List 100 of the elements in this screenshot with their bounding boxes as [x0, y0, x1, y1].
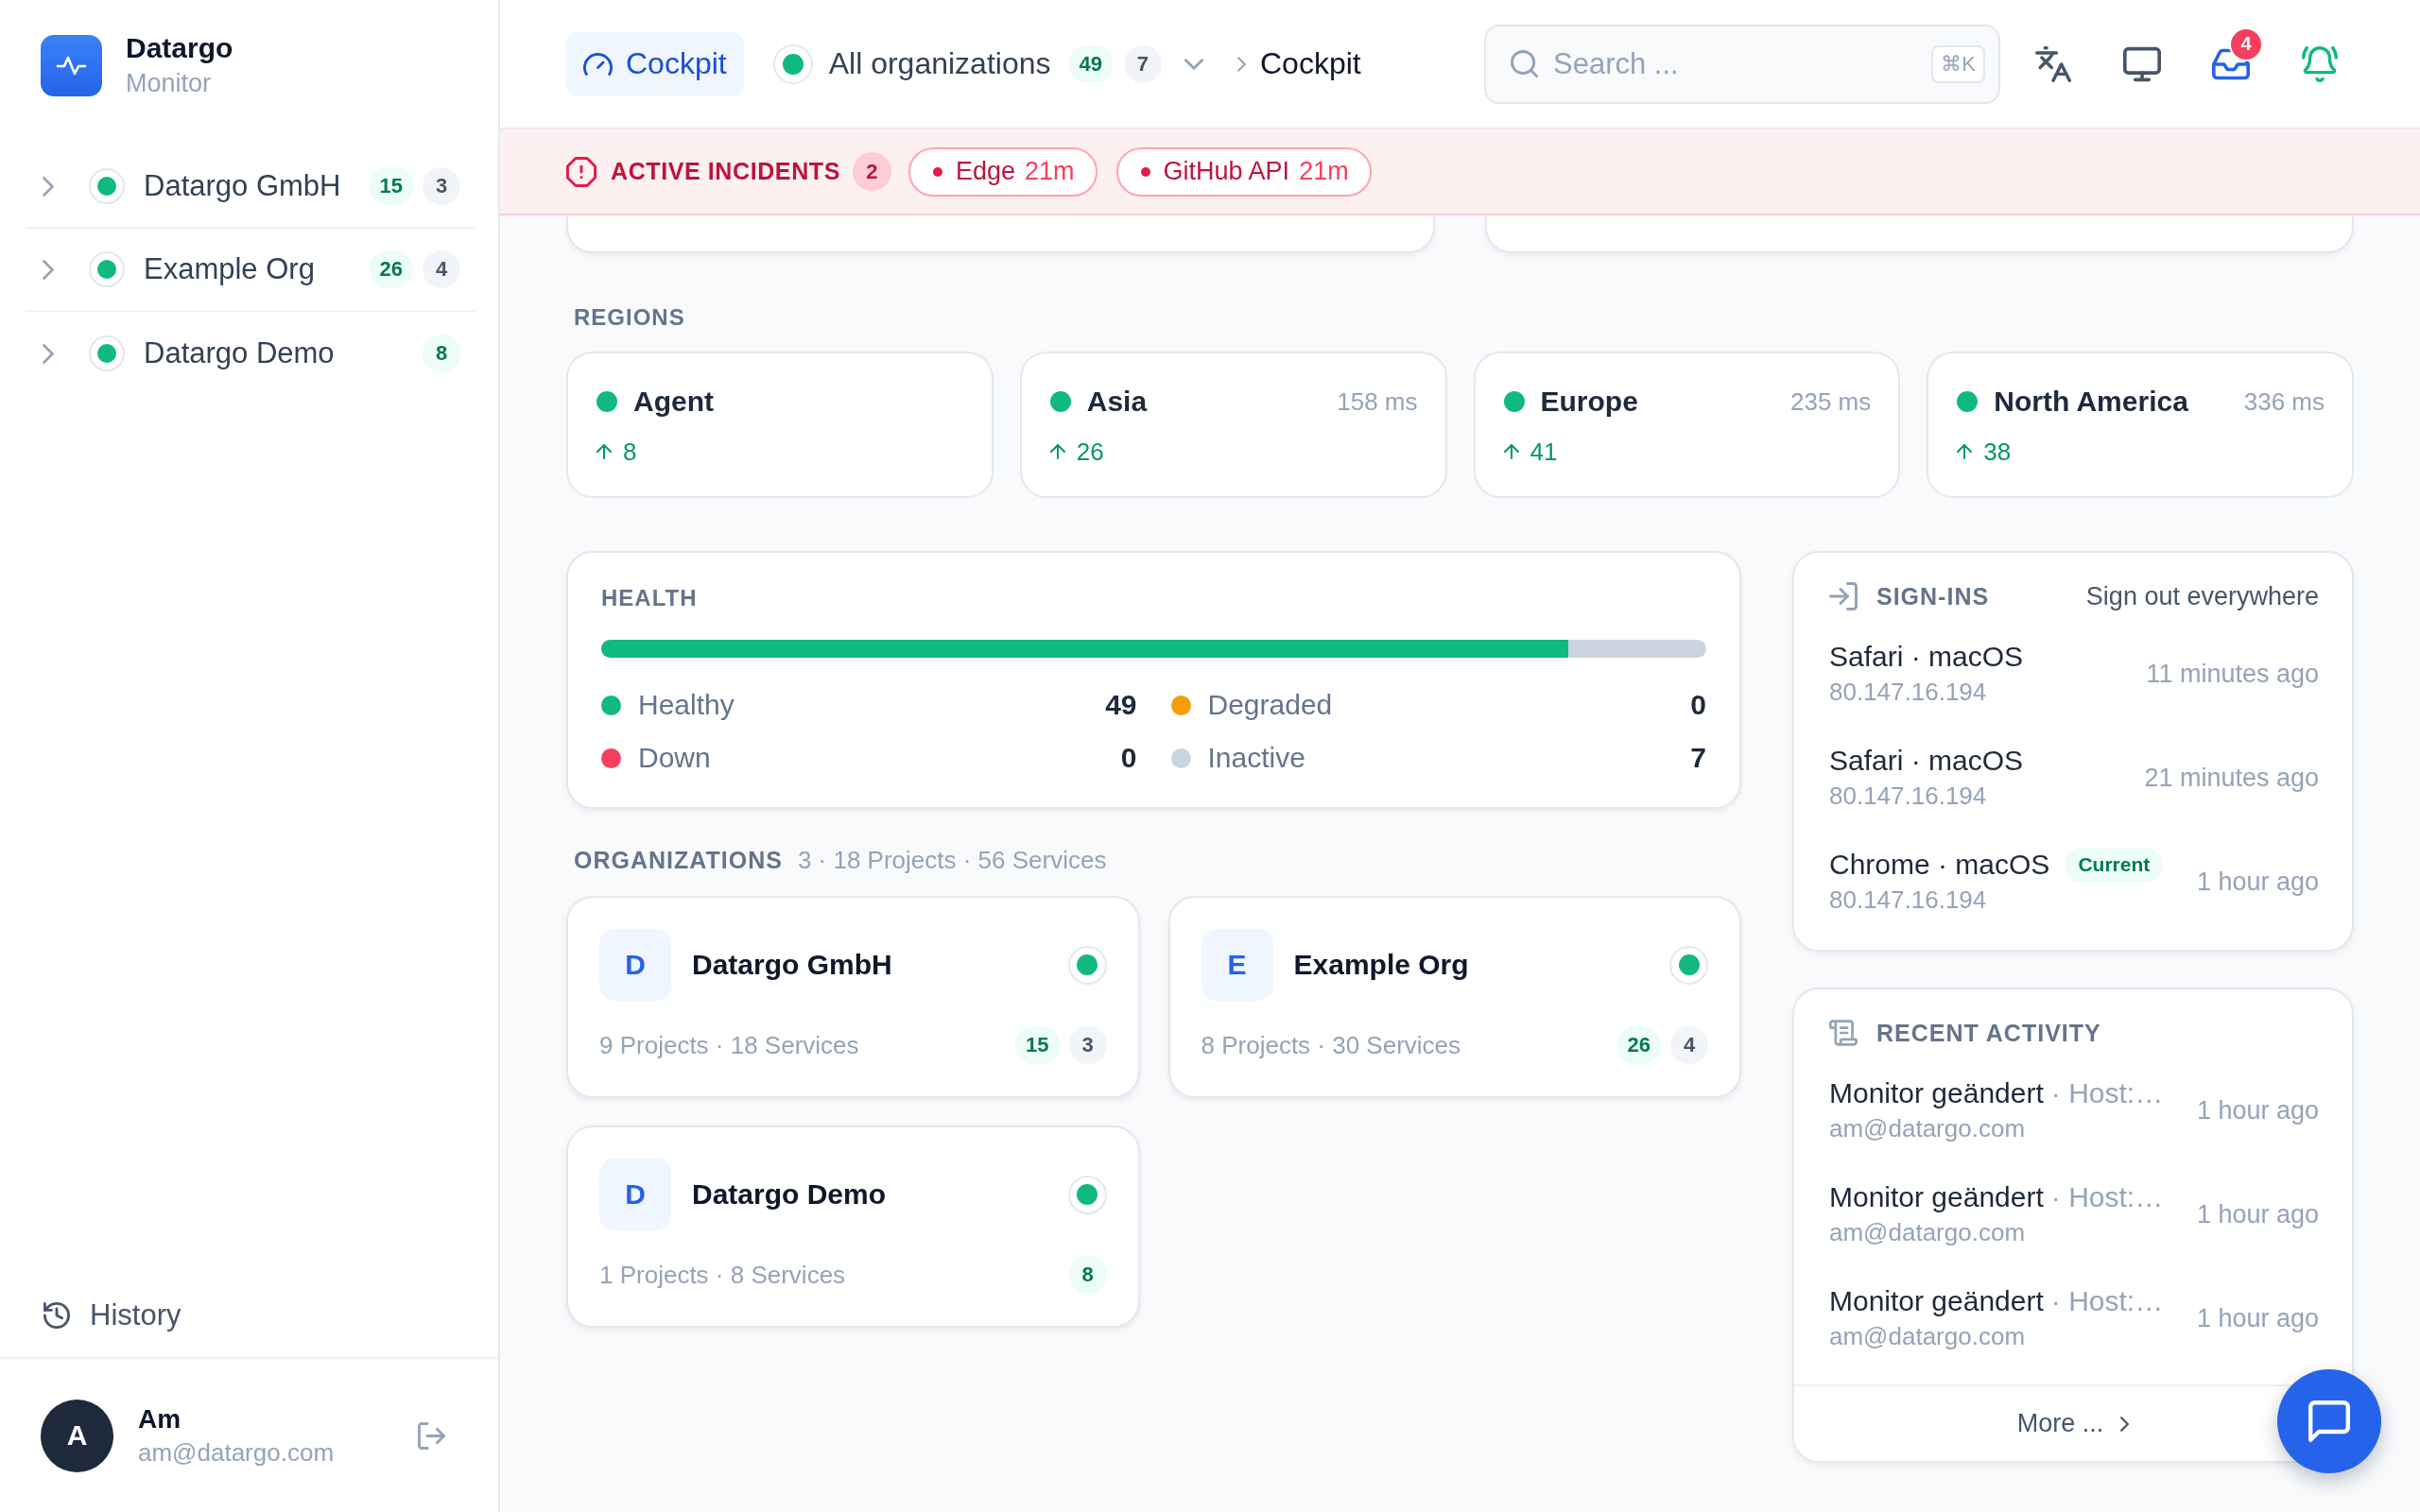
- region-name: Asia: [1086, 386, 1148, 418]
- log-out-icon: [418, 1421, 445, 1450]
- chevron-down-icon[interactable]: [1184, 58, 1203, 70]
- inactive-count-badge: 4: [423, 250, 460, 288]
- chevron-right-icon[interactable]: [43, 343, 54, 364]
- history-icon: [43, 1302, 70, 1329]
- up-count-badge: 8: [1068, 1256, 1107, 1294]
- bell-icon: [2301, 45, 2339, 82]
- organization-switcher[interactable]: All organizations: [772, 43, 1051, 84]
- latency-text: 336 ms: [2243, 387, 2325, 417]
- device-name: Chrome · macOS: [1829, 849, 2050, 881]
- pulse-logo-icon: [41, 34, 102, 96]
- activity-detail: · Host:…: [2050, 1077, 2164, 1109]
- chevron-right-icon[interactable]: [43, 259, 54, 280]
- alert-octagon-icon: [566, 156, 596, 187]
- organization-name: Example Org: [1293, 949, 1469, 981]
- activity-detail: · Host:…: [2050, 1285, 2164, 1317]
- translate-icon: [2034, 45, 2072, 82]
- region-card[interactable]: Asia 158 ms 26: [1019, 352, 1447, 498]
- latency-text: 235 ms: [1790, 387, 1872, 417]
- org-avatar: E: [1201, 929, 1273, 1001]
- legend-value: 49: [1105, 689, 1137, 721]
- activity-detail: · Host:…: [2050, 1181, 2164, 1213]
- user-email: am@datargo.com: [1829, 1321, 2026, 1352]
- organization-meta: 9 Projects · 18 Services: [599, 1030, 859, 1060]
- logout-button[interactable]: [418, 1421, 445, 1450]
- organization-card[interactable]: E Example Org 8 Projects · 30 Services 26 4: [1167, 896, 1741, 1098]
- section-title: ORGANIZATIONS: [574, 847, 783, 873]
- incident-count-badge: 2: [852, 152, 891, 191]
- inactive-count-badge: 3: [423, 167, 460, 205]
- organization-meta: 8 Projects · 30 Services: [1201, 1030, 1461, 1060]
- time-text: 21 minutes ago: [2143, 763, 2319, 793]
- message-icon: [2308, 1400, 2350, 1442]
- organization-name: Datargo Demo: [692, 1178, 887, 1211]
- incident-dot-icon: [932, 166, 942, 177]
- up-count-badge: 15: [1015, 1026, 1060, 1064]
- search-input[interactable]: Search ...: [1553, 44, 1917, 83]
- incident-dot-icon: [1140, 166, 1150, 177]
- notifications-button[interactable]: [2301, 45, 2339, 82]
- sidebar-link[interactable]: Datargo GmbH: [89, 168, 370, 204]
- user-name: Am: [138, 1403, 182, 1435]
- time-text: 1 hour ago: [2195, 1199, 2319, 1229]
- region-name: North America: [1994, 386, 2188, 418]
- activity-title: Monitor geändert: [1829, 1077, 2044, 1109]
- up-count: 26: [1076, 437, 1104, 467]
- ip-address: 80.147.16.194: [1829, 885, 1987, 916]
- organization-name: Datargo GmbH: [692, 949, 892, 981]
- region-name: Agent: [633, 386, 714, 418]
- time-text: 1 hour ago: [2195, 867, 2319, 897]
- incident-chip[interactable]: Edge 21m: [908, 146, 1098, 197]
- user-email: am@datargo.com: [1829, 1113, 2026, 1144]
- region-card[interactable]: Europe 235 ms 41: [1473, 352, 1901, 498]
- latency-text: 158 ms: [1337, 387, 1418, 417]
- region-card[interactable]: Agent 8: [566, 352, 994, 498]
- org-avatar: D: [599, 1159, 671, 1230]
- more-button[interactable]: More ...: [2016, 1409, 2130, 1438]
- legend-label: Down: [638, 742, 711, 774]
- organization-card[interactable]: D Datargo GmbH 9 Projects · 18 Services 15 3: [566, 896, 1140, 1098]
- card-title: RECENT ACTIVITY: [1876, 1020, 2101, 1046]
- region-name: Europe: [1540, 386, 1638, 418]
- up-count-badge: 26: [369, 250, 413, 288]
- legend-value: 0: [1690, 689, 1706, 721]
- organization-card[interactable]: D Datargo Demo 1 Projects · 8 Services 8: [566, 1125, 1140, 1328]
- chevron-right-icon: [1237, 56, 1246, 72]
- sign-out-everywhere-link[interactable]: Sign out everywhere: [2085, 581, 2319, 611]
- sidebar-link[interactable]: Example Org: [89, 251, 370, 287]
- display-button[interactable]: [2123, 45, 2161, 82]
- nav-tab[interactable]: Cockpit: [566, 31, 744, 96]
- user-email: am@datargo.com: [138, 1437, 336, 1469]
- scroll-icon: [1829, 1019, 1858, 1047]
- up-count-badge: 8: [423, 335, 460, 372]
- inactive-count-badge: 7: [1124, 44, 1162, 83]
- up-count-badge: 15: [369, 167, 413, 205]
- device-name: Safari · macOS: [1829, 641, 2024, 673]
- legend-value: 7: [1690, 742, 1706, 774]
- up-count: 8: [623, 437, 637, 467]
- incident-chip[interactable]: GitHub API 21m: [1115, 146, 1372, 197]
- device-name: Safari · macOS: [1829, 745, 2024, 777]
- section-title: REGIONS: [574, 304, 685, 331]
- chevron-right-icon: [2120, 1416, 2130, 1432]
- section-summary: 3 · 18 Projects · 56 Services: [797, 846, 1107, 875]
- history-link[interactable]: History: [0, 1274, 182, 1357]
- inactive-count-badge: 3: [1068, 1026, 1107, 1064]
- user-email: am@datargo.com: [1829, 1217, 2026, 1248]
- brand-name: Datargo: [126, 31, 233, 65]
- region-card[interactable]: North America 336 ms 38: [1927, 352, 2354, 498]
- time-text: 1 hour ago: [2195, 1303, 2319, 1333]
- breadcrumb-item: Cockpit: [1260, 46, 1361, 81]
- language-button[interactable]: [2034, 45, 2072, 82]
- org-avatar: D: [599, 929, 671, 1001]
- chat-button[interactable]: [2277, 1369, 2381, 1473]
- current-badge: Current: [2065, 847, 2164, 883]
- ip-address: 80.147.16.194: [1829, 781, 1987, 812]
- monitor-icon: [2123, 45, 2161, 82]
- chevron-right-icon[interactable]: [43, 176, 54, 197]
- up-count-badge: 26: [1616, 1026, 1661, 1064]
- sidebar-link[interactable]: Datargo Demo: [89, 335, 423, 371]
- gauge-icon: [583, 52, 613, 76]
- card-title: HEALTH: [601, 585, 698, 611]
- time-text: 1 hour ago: [2195, 1095, 2319, 1125]
